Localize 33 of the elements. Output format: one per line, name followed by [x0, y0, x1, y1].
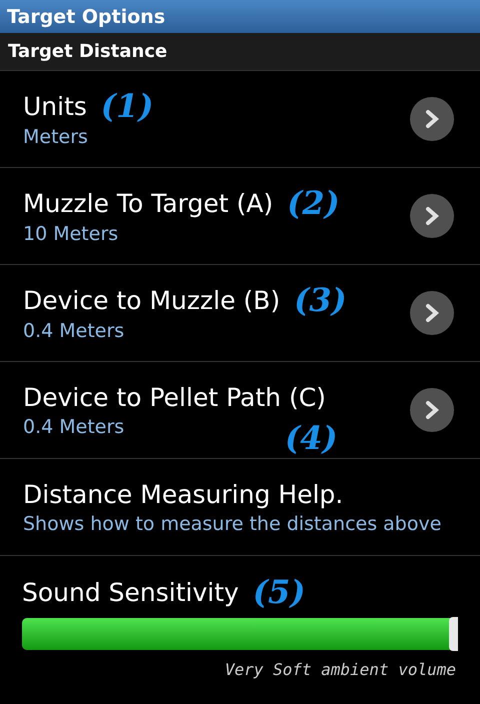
- preference-row[interactable]: Units (1) Meters: [0, 71, 480, 168]
- preference-title: Device to Pellet Path (C): [23, 382, 326, 412]
- slider-thumb[interactable]: [449, 617, 458, 651]
- preference-summary: 0.4 Meters: [23, 416, 126, 438]
- preference-title: Device to Muzzle (B): [23, 286, 280, 314]
- chevron-button[interactable]: [410, 194, 454, 238]
- preference-row[interactable]: Muzzle To Target (A) (2) 10 Meters: [0, 168, 480, 265]
- preference-summary: Meters: [23, 126, 89, 148]
- slider-label: Sound Sensitivity: [22, 578, 239, 606]
- chevron-icon: [425, 206, 439, 226]
- preference-row[interactable]: Distance Measuring Help. Shows how to measure the distances above: [0, 459, 480, 556]
- chevron-icon: [425, 303, 439, 323]
- chevron-icon: [425, 109, 439, 129]
- chevron-button[interactable]: [410, 97, 454, 141]
- preference-title: Units: [23, 92, 87, 120]
- section-title: Target Distance: [8, 41, 168, 62]
- preference-row[interactable]: Device to Muzzle (B) (3) 0.4 Meters: [0, 265, 480, 362]
- callout-number: (3): [294, 284, 347, 316]
- window-title: Target Options: [7, 6, 166, 28]
- slider-caption: Very Soft ambient volume: [224, 660, 456, 679]
- preference-row[interactable]: Device to Pellet Path (C) 0.4 Meters (4): [0, 362, 480, 459]
- callout-number: (2): [287, 187, 340, 219]
- preference-summary: 0.4 Meters: [23, 320, 126, 342]
- chevron-button[interactable]: [410, 291, 454, 335]
- preference-summary: Shows how to measure the distances above: [23, 512, 442, 534]
- chevron-button[interactable]: [410, 388, 454, 432]
- callout-number: (4): [285, 422, 338, 454]
- callout-number: (5): [252, 576, 306, 608]
- preference-title: Distance Measuring Help.: [23, 480, 344, 508]
- chevron-icon: [425, 400, 439, 420]
- preference-title: Muzzle To Target (A): [23, 188, 274, 218]
- callout-number: (1): [100, 90, 154, 122]
- preference-summary: 10 Meters: [23, 223, 120, 245]
